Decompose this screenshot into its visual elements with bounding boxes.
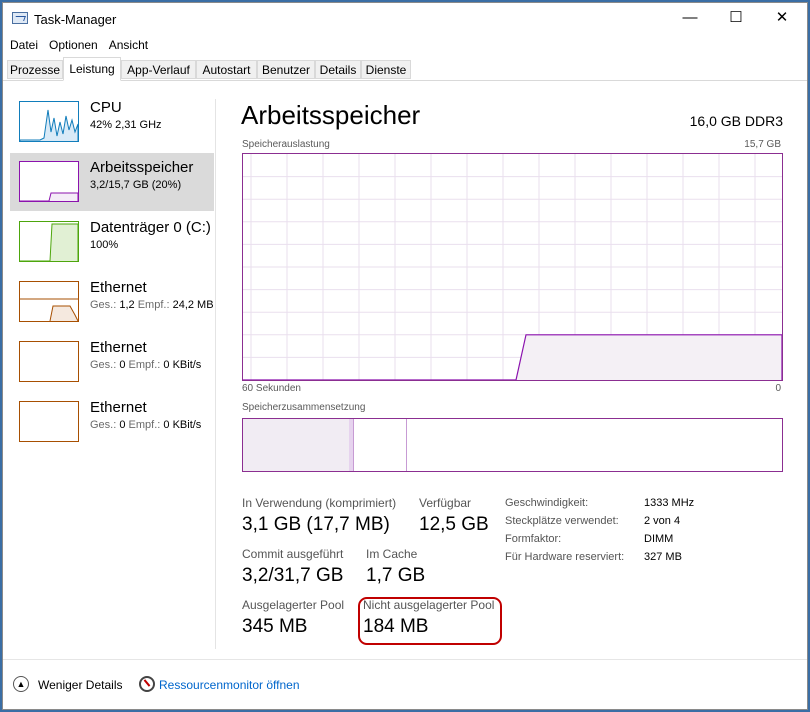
chevron-up-icon[interactable]: ▲	[13, 676, 29, 692]
memory-spec: 16,0 GB DDR3	[689, 113, 783, 129]
minimize-button[interactable]: —	[667, 3, 713, 33]
sidebar-item-subtitle: 42% 2,31 GHz	[90, 119, 162, 131]
sidebar-item-ethernet[interactable]: Ethernet Ges.: 1,2 Empf.: 24,2 MB	[10, 273, 214, 331]
tab-app-history[interactable]: App-Verlauf	[121, 60, 196, 79]
cpu-mini-graph-line	[20, 109, 78, 141]
paged-pool-label: Ausgelagerter Pool	[242, 598, 345, 612]
in-use-label: In Verwendung (komprimiert)	[242, 496, 397, 510]
sidebar-item-subtitle: 100%	[90, 239, 119, 251]
graph-time-left: 60 Sekunden	[242, 383, 301, 394]
available-label: Verfügbar	[419, 496, 472, 510]
footer-bar: ▲ Weniger Details Ressourcenmonitor öffn…	[3, 659, 807, 709]
sidebar-item-subtitle: Ges.: 0 Empf.: 0 KBit/s	[90, 359, 202, 371]
paged-pool-value: 345 MB	[242, 616, 308, 637]
sidebar-item-cpu[interactable]: CPU 42% 2,31 GHz	[10, 93, 214, 151]
highlight-annotation	[358, 597, 502, 645]
commit-label: Commit ausgeführt	[242, 547, 344, 561]
title-bar[interactable]: Task-Manager — ☐ ✕	[3, 3, 807, 33]
disk-mini-graph	[19, 221, 79, 262]
memory-mini-graph-line	[20, 192, 78, 201]
sidebar-item-title: Ethernet	[90, 279, 147, 296]
window-title: Task-Manager	[34, 12, 117, 27]
graph-time-right: 0	[775, 383, 781, 394]
menu-file[interactable]: Datei	[6, 35, 42, 55]
tab-services[interactable]: Dienste	[361, 60, 411, 79]
form-factor-value: DIMM	[644, 533, 674, 545]
close-button[interactable]: ✕	[759, 3, 805, 33]
tab-performance[interactable]: Leistung	[63, 57, 121, 81]
sidebar-item-subtitle: 3,2/15,7 GB (20%)	[90, 179, 182, 191]
sidebar-item-title: Ethernet	[90, 399, 147, 416]
tab-details[interactable]: Details	[315, 60, 361, 79]
resource-sidebar: CPU 42% 2,31 GHz Arbeitsspeicher 3,2/15,…	[3, 85, 215, 645]
slots-label: Steckplätze verwendet:	[505, 515, 619, 527]
resource-monitor-icon[interactable]	[139, 676, 155, 692]
slots-value: 2 von 4	[644, 515, 681, 527]
sidebar-item-subtitle: Ges.: 0 Empf.: 0 KBit/s	[90, 419, 202, 431]
sidebar-item-subtitle: Ges.: 1,2 Empf.: 24,2 MB	[90, 299, 214, 311]
tab-processes[interactable]: Prozesse	[7, 60, 63, 79]
sidebar-item-ethernet[interactable]: Ethernet Ges.: 0 Empf.: 0 KBit/s	[10, 333, 214, 391]
tab-startup[interactable]: Autostart	[196, 60, 257, 79]
fewer-details-button[interactable]: Weniger Details	[38, 678, 122, 692]
memory-composition-bar	[242, 418, 783, 472]
composition-in-use	[243, 419, 350, 471]
ethernet-mini-graph	[19, 341, 79, 382]
sidebar-item-title: Ethernet	[90, 339, 147, 356]
task-manager-app-icon	[12, 12, 28, 24]
cached-label: Im Cache	[366, 547, 418, 561]
maximize-button[interactable]: ☐	[713, 3, 759, 33]
ethernet-mini-graph	[19, 281, 79, 322]
in-use-value: 3,1 GB (17,7 MB)	[242, 514, 390, 535]
sidebar-item-title: CPU	[90, 99, 122, 116]
cached-value: 1,7 GB	[366, 565, 426, 586]
memory-usage-graph-svg	[243, 154, 783, 381]
menu-options[interactable]: Optionen	[45, 35, 102, 55]
composition-label: Speicherzusammensetzung	[242, 402, 366, 413]
menu-view[interactable]: Ansicht	[105, 35, 152, 55]
cpu-mini-graph	[19, 101, 79, 142]
ethernet-mini-graph-line	[20, 298, 78, 321]
disk-mini-graph-fill	[20, 223, 78, 261]
hardware-reserved-value: 327 MB	[644, 551, 682, 563]
speed-value: 1333 MHz	[644, 497, 695, 509]
usage-graph-max: 15,7 GB	[744, 139, 781, 150]
ethernet-mini-graph	[19, 401, 79, 442]
composition-modified	[349, 419, 354, 471]
task-manager-window: Task-Manager — ☐ ✕ Datei Optionen Ansicht …	[2, 2, 808, 710]
tab-users[interactable]: Benutzer	[257, 60, 315, 79]
page-title: Arbeitsspeicher	[241, 100, 421, 130]
sidebar-divider[interactable]	[215, 99, 216, 649]
memory-mini-graph	[19, 161, 79, 202]
memory-usage-graph	[242, 153, 783, 381]
menu-bar: Datei Optionen Ansicht	[3, 35, 152, 55]
usage-graph-label: Speicherauslastung	[242, 139, 330, 150]
sidebar-item-ethernet[interactable]: Ethernet Ges.: 0 Empf.: 0 KBit/s	[10, 393, 214, 451]
sidebar-item-title: Datenträger 0 (C:)	[90, 219, 211, 236]
sidebar-item-disk[interactable]: Datenträger 0 (C:) 100%	[10, 213, 214, 271]
composition-standby-divider	[406, 419, 407, 471]
speed-label: Geschwindigkeit:	[505, 497, 589, 509]
available-value: 12,5 GB	[419, 514, 489, 535]
sidebar-item-title: Arbeitsspeicher	[90, 159, 194, 176]
sidebar-item-memory[interactable]: Arbeitsspeicher 3,2/15,7 GB (20%)	[10, 153, 214, 211]
commit-value: 3,2/31,7 GB	[242, 565, 344, 586]
tab-strip: Prozesse Leistung App-Verlauf Autostart …	[3, 56, 807, 81]
resource-monitor-link[interactable]: Ressourcenmonitor öffnen	[159, 678, 300, 692]
form-factor-label: Formfaktor:	[505, 533, 562, 545]
hardware-reserved-label: Für Hardware reserviert:	[505, 551, 625, 563]
